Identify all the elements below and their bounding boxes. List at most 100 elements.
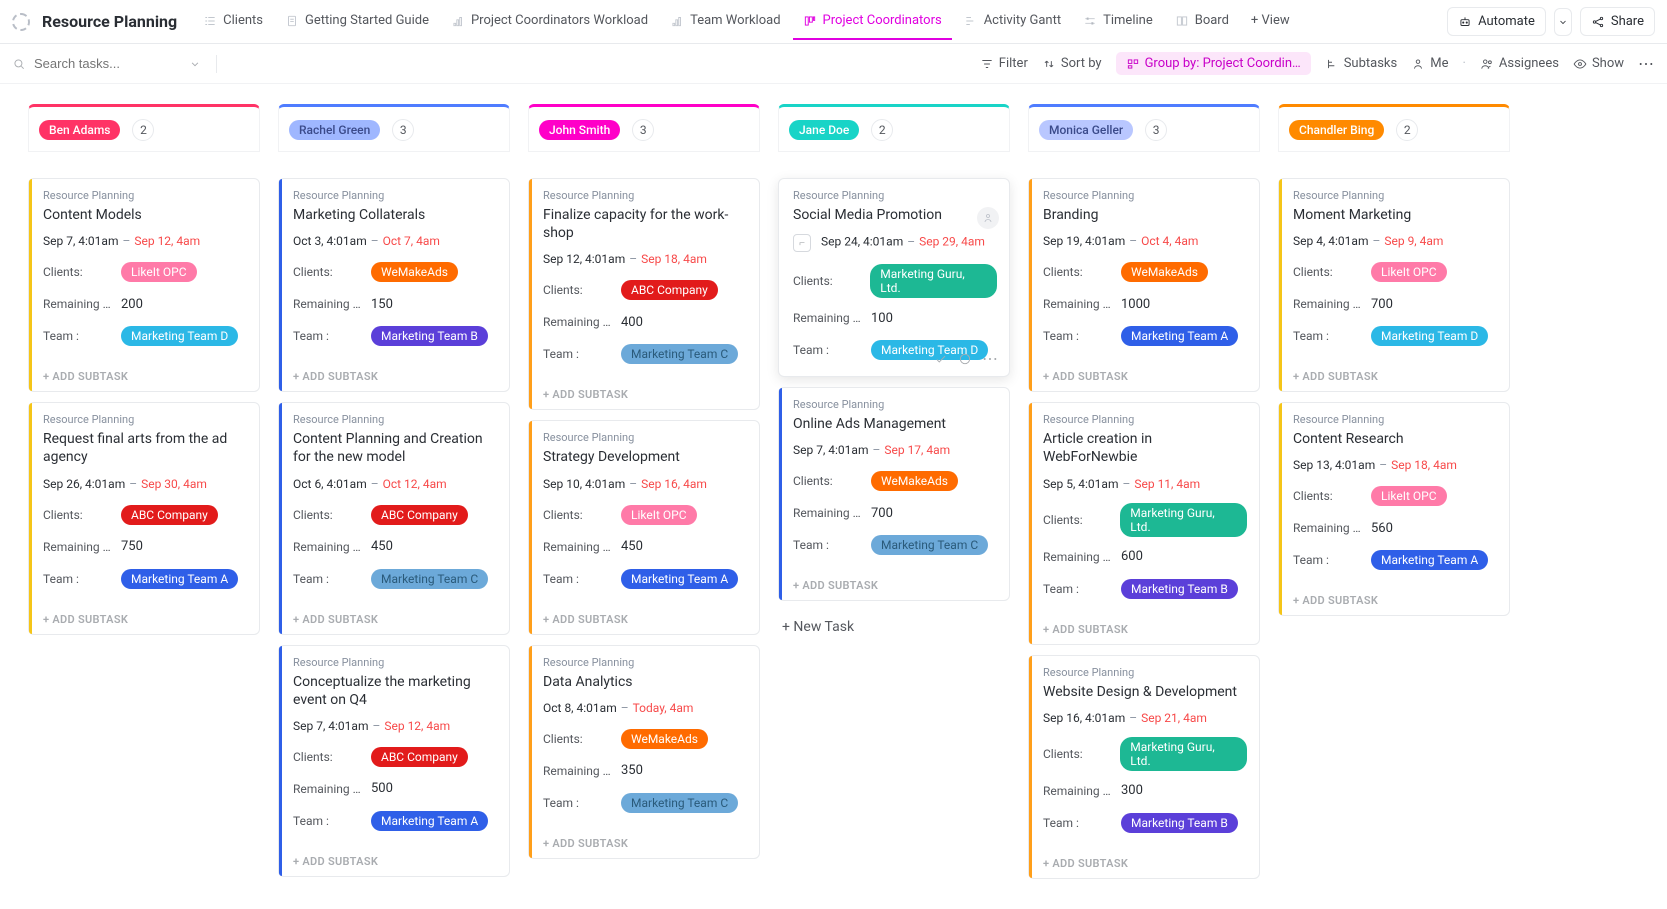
task-dates: Sep 5, 4:01am–Sep 11, 4am	[1043, 477, 1247, 491]
task-title: Request final arts from the ad agency	[43, 430, 247, 466]
client-tag: WeMakeAds	[1121, 262, 1208, 282]
task-card[interactable]: Resource Planning Content Planning and C…	[278, 402, 510, 634]
breadcrumb: Resource Planning	[793, 189, 997, 202]
me-button[interactable]: Me	[1411, 56, 1448, 71]
column-1: Rachel Green 3 Resource Planning Marketi…	[278, 104, 510, 889]
new-task-button[interactable]: + New Task	[778, 611, 1010, 643]
show-button[interactable]: Show	[1573, 56, 1624, 71]
add-subtask-button[interactable]: + ADD SUBTASK	[279, 605, 509, 634]
task-card[interactable]: Resource Planning Social Media Promotion…	[778, 178, 1010, 377]
view-tab-6[interactable]: Timeline	[1073, 3, 1163, 40]
task-card[interactable]: Resource Planning Marketing Collaterals …	[278, 178, 510, 392]
automate-dropdown[interactable]	[1554, 8, 1572, 36]
group-by-button[interactable]: Group by: Project Coordin…	[1116, 52, 1311, 75]
task-card[interactable]: Resource Planning Moment Marketing Sep 4…	[1278, 178, 1510, 392]
breadcrumb: Resource Planning	[543, 656, 747, 669]
view-tab-5[interactable]: Activity Gantt	[954, 3, 1071, 40]
remaining-label: Remaining …	[43, 297, 121, 311]
column-header[interactable]: Jane Doe 2	[778, 104, 1010, 152]
add-subtask-button[interactable]: + ADD SUBTASK	[779, 571, 1009, 600]
add-subtask-button[interactable]: + ADD SUBTASK	[29, 362, 259, 391]
task-card[interactable]: Resource Planning Branding Sep 19, 4:01a…	[1028, 178, 1260, 392]
task-card[interactable]: Resource Planning Data Analytics Oct 8, …	[528, 645, 760, 859]
view-tabs: ClientsGetting Started GuideProject Coor…	[193, 3, 1441, 40]
add-subtask-button[interactable]: + ADD SUBTASK	[1029, 849, 1259, 878]
circle-icon[interactable]	[958, 352, 972, 366]
task-card[interactable]: Resource Planning Conceptualize the mark…	[278, 645, 510, 877]
team-tag: Marketing Team B	[371, 326, 488, 346]
add-subtask-button[interactable]: + ADD SUBTASK	[279, 847, 509, 876]
view-tab-7[interactable]: Board	[1165, 3, 1239, 40]
view-tab-4[interactable]: Project Coordinators	[793, 3, 952, 40]
search-input[interactable]	[34, 56, 174, 71]
kanban-board: Ben Adams 2 Resource Planning Content Mo…	[0, 84, 1667, 909]
coordinator-chip: Jane Doe	[789, 120, 859, 140]
column-header[interactable]: Chandler Bing 2	[1278, 104, 1510, 152]
check-icon[interactable]	[934, 352, 948, 366]
chevron-down-icon[interactable]	[188, 57, 202, 71]
add-subtask-button[interactable]: + ADD SUBTASK	[29, 605, 259, 634]
task-card[interactable]: Resource Planning Finalize capacity for …	[528, 178, 760, 410]
column-header[interactable]: Rachel Green 3	[278, 104, 510, 152]
team-label: Team :	[1293, 553, 1371, 567]
task-dates: Sep 10, 4:01am–Sep 16, 4am	[543, 477, 747, 491]
team-label: Team :	[1043, 582, 1121, 596]
more-menu[interactable]: ⋯	[1638, 54, 1655, 73]
view-tab-1[interactable]: Getting Started Guide	[275, 3, 439, 40]
filter-label: Filter	[999, 56, 1028, 71]
add-subtask-button[interactable]: + ADD SUBTASK	[1029, 362, 1259, 391]
add-subtask-button[interactable]: + ADD SUBTASK	[279, 362, 509, 391]
column-count: 2	[1396, 119, 1418, 141]
start-date: Sep 24, 4:01am	[821, 235, 903, 249]
task-card[interactable]: Resource Planning Online Ads Management …	[778, 387, 1010, 601]
remaining-value: 560	[1371, 521, 1393, 536]
card-more-menu[interactable]: ⋯	[982, 349, 999, 368]
assignees-label: Assignees	[1499, 56, 1559, 71]
remaining-label: Remaining …	[543, 764, 621, 778]
filter-button[interactable]: Filter	[980, 56, 1028, 71]
client-tag: Marketing Guru, Ltd.	[1120, 737, 1247, 771]
client-tag: WeMakeAds	[621, 729, 708, 749]
task-card[interactable]: Resource Planning Content Models Sep 7, …	[28, 178, 260, 392]
remaining-label: Remaining …	[793, 311, 871, 325]
team-label: Team :	[1043, 329, 1121, 343]
add-subtask-button[interactable]: + ADD SUBTASK	[529, 605, 759, 634]
view-tab-3[interactable]: Team Workload	[660, 3, 790, 40]
team-tag: Marketing Team C	[621, 793, 738, 813]
add-subtask-button[interactable]: + ADD SUBTASK	[529, 829, 759, 858]
team-label: Team :	[793, 343, 871, 357]
view-tab-0[interactable]: Clients	[193, 3, 273, 40]
end-date: Oct 4, 4am	[1141, 234, 1198, 248]
add-subtask-button[interactable]: + ADD SUBTASK	[1029, 615, 1259, 644]
assignee-placeholder[interactable]	[977, 207, 999, 229]
column-count: 3	[1145, 119, 1167, 141]
client-tag: LikeIt OPC	[1371, 486, 1447, 506]
column-header[interactable]: Monica Geller 3	[1028, 104, 1260, 152]
clients-label: Clients:	[1043, 513, 1120, 527]
tab-label: Activity Gantt	[984, 13, 1061, 28]
task-card[interactable]: Resource Planning Website Design & Devel…	[1028, 655, 1260, 879]
task-card[interactable]: Resource Planning Content Research Sep 1…	[1278, 402, 1510, 616]
task-card[interactable]: Resource Planning Request final arts fro…	[28, 402, 260, 634]
share-button[interactable]: Share	[1580, 7, 1655, 36]
clients-label: Clients:	[293, 265, 371, 279]
task-card[interactable]: Resource Planning Article creation in We…	[1028, 402, 1260, 644]
task-dates: Sep 19, 4:01am–Oct 4, 4am	[1043, 234, 1247, 248]
sort-button[interactable]: Sort by	[1042, 56, 1102, 71]
task-card[interactable]: Resource Planning Strategy Development S…	[528, 420, 760, 634]
column-header[interactable]: Ben Adams 2	[28, 104, 260, 152]
me-label: Me	[1430, 56, 1448, 71]
column-5: Chandler Bing 2 Resource Planning Moment…	[1278, 104, 1510, 889]
client-tag: LikeIt OPC	[121, 262, 197, 282]
add-subtask-button[interactable]: + ADD SUBTASK	[1279, 586, 1509, 615]
add-subtask-button[interactable]: + ADD SUBTASK	[1279, 362, 1509, 391]
end-date: Sep 29, 4am	[919, 235, 985, 249]
subtasks-button[interactable]: Subtasks	[1325, 56, 1398, 71]
add-subtask-button[interactable]: + ADD SUBTASK	[529, 380, 759, 409]
priority-stripe	[1279, 403, 1282, 615]
column-header[interactable]: John Smith 3	[528, 104, 760, 152]
assignees-button[interactable]: Assignees	[1480, 56, 1559, 71]
automate-button[interactable]: Automate	[1447, 7, 1546, 36]
view-tab-8[interactable]: + View	[1241, 3, 1300, 40]
view-tab-2[interactable]: Project Coordinators Workload	[441, 3, 658, 40]
